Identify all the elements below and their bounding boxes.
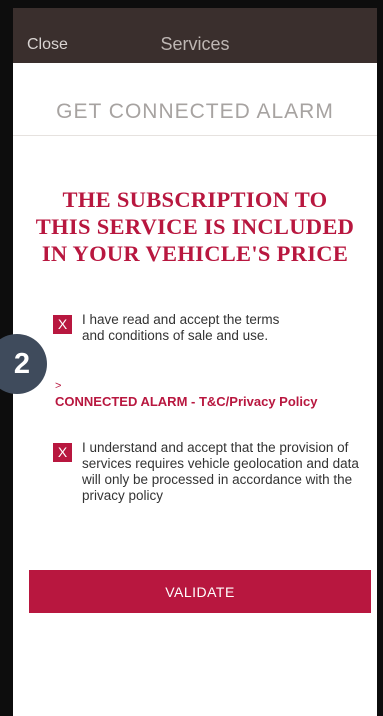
privacy-policy-link[interactable]: CONNECTED ALARM - T&C/Privacy Policy (55, 394, 317, 409)
geolocation-consent-row: X I understand and accept that the provi… (53, 440, 373, 504)
terms-consent-text: I have read and accept the terms and con… (82, 312, 279, 344)
terms-consent-row: X I have read and accept the terms and c… (53, 312, 333, 344)
device-frame: Close Services GET CONNECTED ALARM THE S… (0, 0, 383, 716)
validate-button[interactable]: VALIDATE (29, 570, 371, 613)
chevron-right-icon: > (55, 380, 62, 392)
terms-line: and conditions of sale and use. (82, 328, 269, 343)
geolocation-line: services requires vehicle geolocation an… (82, 456, 359, 471)
heading-divider (13, 135, 377, 136)
subscription-headline: THE SUBSCRIPTION TO THIS SERVICE IS INCL… (13, 186, 377, 267)
terms-checkbox[interactable]: X (53, 315, 72, 334)
terms-line: I have read and accept the terms (82, 312, 280, 327)
navigation-bar: Close Services (13, 8, 377, 63)
geolocation-checkbox[interactable]: X (53, 443, 72, 462)
app-screen: Close Services GET CONNECTED ALARM THE S… (13, 8, 377, 716)
geolocation-consent-text: I understand and accept that the provisi… (82, 440, 359, 504)
geolocation-line: will only be processed in accordance wit… (82, 472, 353, 487)
geolocation-line: privacy policy (82, 488, 164, 503)
page-title: GET CONNECTED ALARM (56, 100, 334, 123)
geolocation-line: I understand and accept that the provisi… (82, 440, 349, 455)
headline-line: IN YOUR VEHICLE'S PRICE (41, 241, 349, 266)
headline-line: THIS SERVICE IS INCLUDED (35, 214, 355, 239)
headline-line: THE SUBSCRIPTION TO (62, 187, 328, 212)
nav-title: Services (160, 34, 230, 54)
